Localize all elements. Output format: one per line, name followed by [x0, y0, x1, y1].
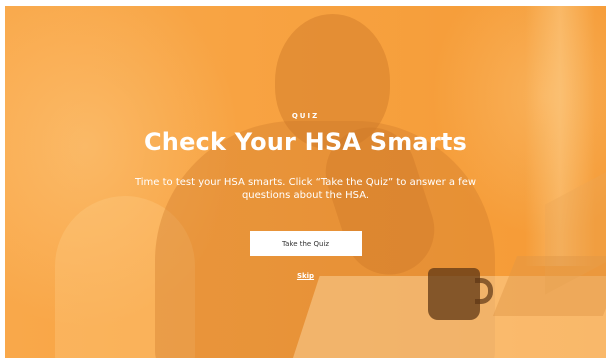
skip-link[interactable]: Skip — [297, 272, 314, 280]
page-title: Check Your HSA Smarts — [143, 128, 468, 156]
hero-description: Time to test your HSA smarts. Click “Tak… — [134, 177, 477, 201]
quiz-hero: QUIZ Check Your HSA Smarts Time to test … — [5, 6, 606, 358]
take-quiz-button[interactable]: Take the Quiz — [249, 231, 362, 256]
eyebrow-label: QUIZ — [291, 112, 320, 120]
hero-content: QUIZ Check Your HSA Smarts Time to test … — [5, 6, 606, 358]
